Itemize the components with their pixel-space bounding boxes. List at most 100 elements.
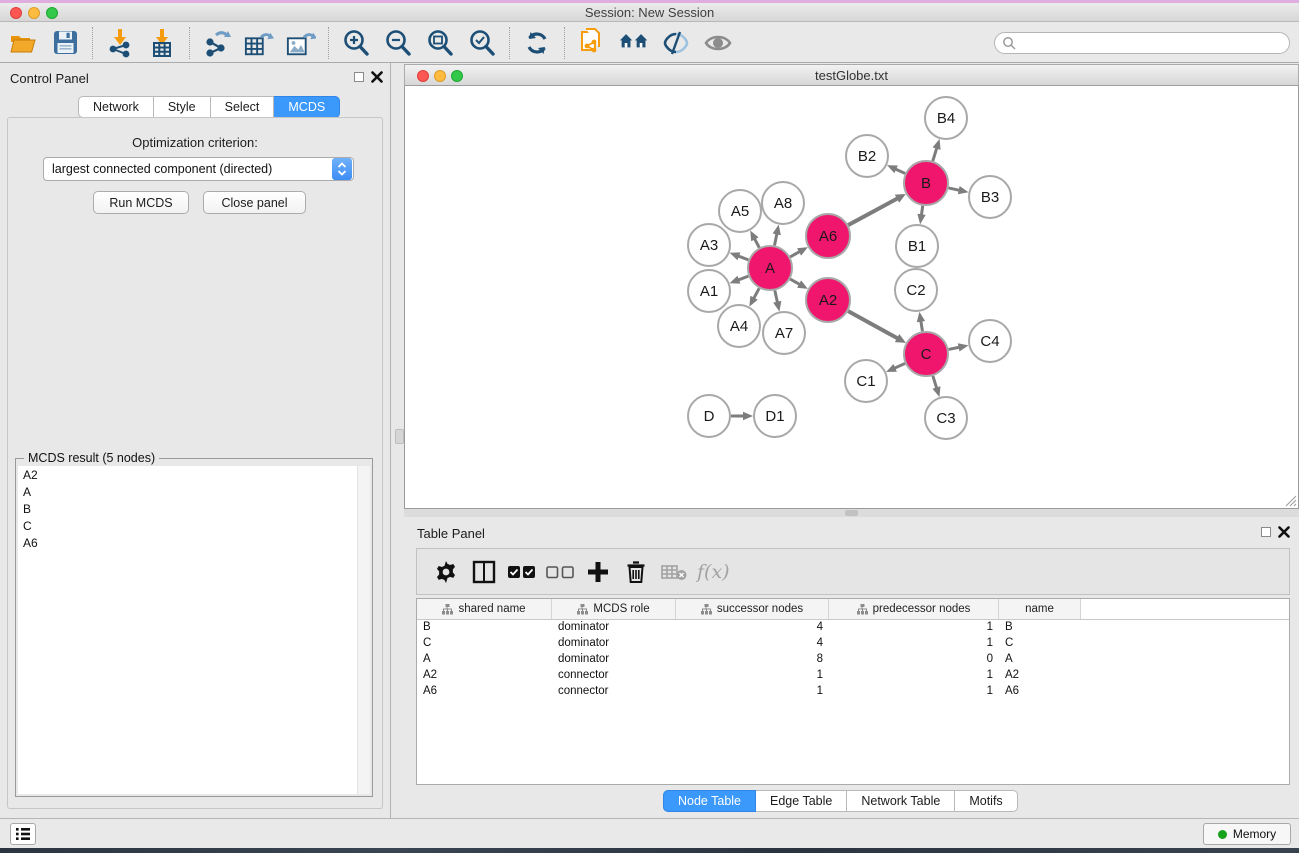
table-cell[interactable]: 1 bbox=[676, 668, 829, 684]
save-session-icon[interactable] bbox=[50, 28, 80, 58]
zoom-selected-icon[interactable] bbox=[467, 28, 497, 58]
window-resize-grip[interactable] bbox=[1285, 495, 1297, 507]
tab-network[interactable]: Network bbox=[78, 96, 154, 118]
table-cell[interactable]: connector bbox=[552, 668, 676, 684]
column-header-shared-name[interactable]: shared name bbox=[417, 599, 552, 619]
network-graph[interactable]: B4B2BB3A8A5A6B1A3AC2A1A2A4A7C4CC1C3DD1 bbox=[405, 86, 1298, 507]
minimize-window-button[interactable] bbox=[28, 7, 40, 19]
table-cell[interactable]: dominator bbox=[552, 636, 676, 652]
close-network-button[interactable] bbox=[417, 70, 429, 82]
table-cell[interactable]: A2 bbox=[417, 668, 552, 684]
table-cell[interactable]: 8 bbox=[676, 652, 829, 668]
import-table-icon[interactable] bbox=[147, 28, 177, 58]
table-cell[interactable]: 1 bbox=[829, 636, 999, 652]
clone-network-icon[interactable] bbox=[577, 28, 607, 58]
zoom-in-icon[interactable] bbox=[341, 28, 371, 58]
table-row[interactable]: A6connector11A6 bbox=[417, 684, 1289, 700]
workspace-vertical-scrollbar-thumb[interactable] bbox=[395, 429, 404, 444]
minimize-network-button[interactable] bbox=[434, 70, 446, 82]
table-cell[interactable]: A bbox=[417, 652, 552, 668]
deselect-all-checkboxes-icon[interactable] bbox=[546, 558, 574, 586]
node-table[interactable]: shared nameMCDS rolesuccessor nodesprede… bbox=[416, 598, 1290, 785]
column-header-successor-nodes[interactable]: successor nodes bbox=[676, 599, 829, 619]
column-header-MCDS-role[interactable]: MCDS role bbox=[552, 599, 676, 619]
tab-mcds[interactable]: MCDS bbox=[274, 96, 340, 118]
select-all-checkboxes-icon[interactable] bbox=[508, 558, 536, 586]
export-image-icon[interactable] bbox=[286, 28, 316, 58]
table-cell[interactable]: 1 bbox=[829, 684, 999, 700]
float-table-panel-icon[interactable] bbox=[1261, 527, 1271, 537]
table-cell[interactable]: B bbox=[417, 620, 552, 636]
zoom-out-icon[interactable] bbox=[383, 28, 413, 58]
table-cell[interactable]: 4 bbox=[676, 620, 829, 636]
table-cell[interactable]: A6 bbox=[999, 684, 1081, 700]
table-cell[interactable]: C bbox=[999, 636, 1081, 652]
table-cell[interactable]: B bbox=[999, 620, 1081, 636]
close-table-panel-icon[interactable] bbox=[1278, 526, 1290, 538]
export-network-icon[interactable] bbox=[202, 28, 232, 58]
memory-button[interactable]: Memory bbox=[1203, 823, 1291, 845]
tab-node-table[interactable]: Node Table bbox=[663, 790, 756, 812]
optimization-criterion-dropdown[interactable]: largest connected component (directed) bbox=[43, 157, 354, 181]
table-settings-gear-icon[interactable] bbox=[432, 558, 460, 586]
zoom-network-button[interactable] bbox=[451, 70, 463, 82]
close-panel-icon[interactable] bbox=[371, 71, 383, 83]
table-cell[interactable]: A2 bbox=[999, 668, 1081, 684]
zoom-window-button[interactable] bbox=[46, 7, 58, 19]
table-row[interactable]: Bdominator41B bbox=[417, 620, 1289, 636]
home-view-icon[interactable] bbox=[619, 28, 649, 58]
export-table-icon[interactable] bbox=[244, 28, 274, 58]
close-panel-button[interactable]: Close panel bbox=[203, 191, 306, 214]
task-history-button[interactable] bbox=[10, 823, 36, 845]
tab-style[interactable]: Style bbox=[154, 96, 211, 118]
tab-motifs[interactable]: Motifs bbox=[955, 790, 1017, 812]
table-cell[interactable]: 4 bbox=[676, 636, 829, 652]
network-canvas[interactable]: B4B2BB3A8A5A6B1A3AC2A1A2A4A7C4CC1C3DD1 bbox=[404, 86, 1299, 509]
table-cell[interactable]: 1 bbox=[829, 620, 999, 636]
table-row[interactable]: A2connector11A2 bbox=[417, 668, 1289, 684]
table-cell[interactable]: dominator bbox=[552, 620, 676, 636]
table-row[interactable]: Adominator80A bbox=[417, 652, 1289, 668]
mcds-result-item[interactable]: A2 bbox=[18, 466, 370, 483]
network-horizontal-scrollbar-thumb[interactable] bbox=[845, 510, 858, 516]
graph-edge-B-B4[interactable] bbox=[933, 147, 937, 161]
graph-edge-A2-C[interactable] bbox=[848, 311, 899, 339]
zoom-fit-icon[interactable] bbox=[425, 28, 455, 58]
search-input[interactable] bbox=[1016, 34, 1289, 52]
table-cell[interactable]: 1 bbox=[829, 668, 999, 684]
network-window-titlebar[interactable]: testGlobe.txt bbox=[404, 64, 1299, 86]
mcds-result-item[interactable]: C bbox=[18, 517, 370, 534]
table-cell[interactable]: A6 bbox=[417, 684, 552, 700]
mcds-result-item[interactable]: A bbox=[18, 483, 370, 500]
mcds-result-list[interactable]: A2ABCA6 bbox=[18, 466, 370, 794]
import-network-icon[interactable] bbox=[105, 28, 135, 58]
table-cell[interactable]: 1 bbox=[676, 684, 829, 700]
result-list-scrollbar[interactable] bbox=[357, 466, 370, 794]
table-row[interactable]: Cdominator41C bbox=[417, 636, 1289, 652]
table-cell[interactable]: connector bbox=[552, 684, 676, 700]
graph-edge-A6-B[interactable] bbox=[848, 198, 899, 225]
run-mcds-button[interactable]: Run MCDS bbox=[93, 191, 189, 214]
add-column-icon[interactable] bbox=[584, 558, 612, 586]
table-cell[interactable]: C bbox=[417, 636, 552, 652]
column-header-name[interactable]: name bbox=[999, 599, 1081, 619]
graph-edge-A-A7[interactable] bbox=[775, 290, 778, 303]
hide-graphics-details-icon[interactable] bbox=[661, 28, 691, 58]
tab-select[interactable]: Select bbox=[211, 96, 275, 118]
mcds-result-item[interactable]: B bbox=[18, 500, 370, 517]
graph-edge-C-C3[interactable] bbox=[933, 376, 937, 389]
show-graphics-details-icon[interactable] bbox=[703, 28, 733, 58]
column-header-predecessor-nodes[interactable]: predecessor nodes bbox=[829, 599, 999, 619]
table-cell[interactable]: 0 bbox=[829, 652, 999, 668]
toolbar-search-field[interactable] bbox=[994, 32, 1290, 54]
column-panel-icon[interactable] bbox=[470, 558, 498, 586]
table-cell[interactable]: A bbox=[999, 652, 1081, 668]
delete-columns-trash-icon[interactable] bbox=[622, 558, 650, 586]
mcds-result-item[interactable]: A6 bbox=[18, 534, 370, 551]
tab-network-table[interactable]: Network Table bbox=[847, 790, 955, 812]
open-file-icon[interactable] bbox=[8, 28, 38, 58]
table-cell[interactable]: dominator bbox=[552, 652, 676, 668]
refresh-view-icon[interactable] bbox=[522, 28, 552, 58]
tab-edge-table[interactable]: Edge Table bbox=[756, 790, 847, 812]
network-horizontal-scrollbar[interactable] bbox=[404, 509, 1299, 517]
